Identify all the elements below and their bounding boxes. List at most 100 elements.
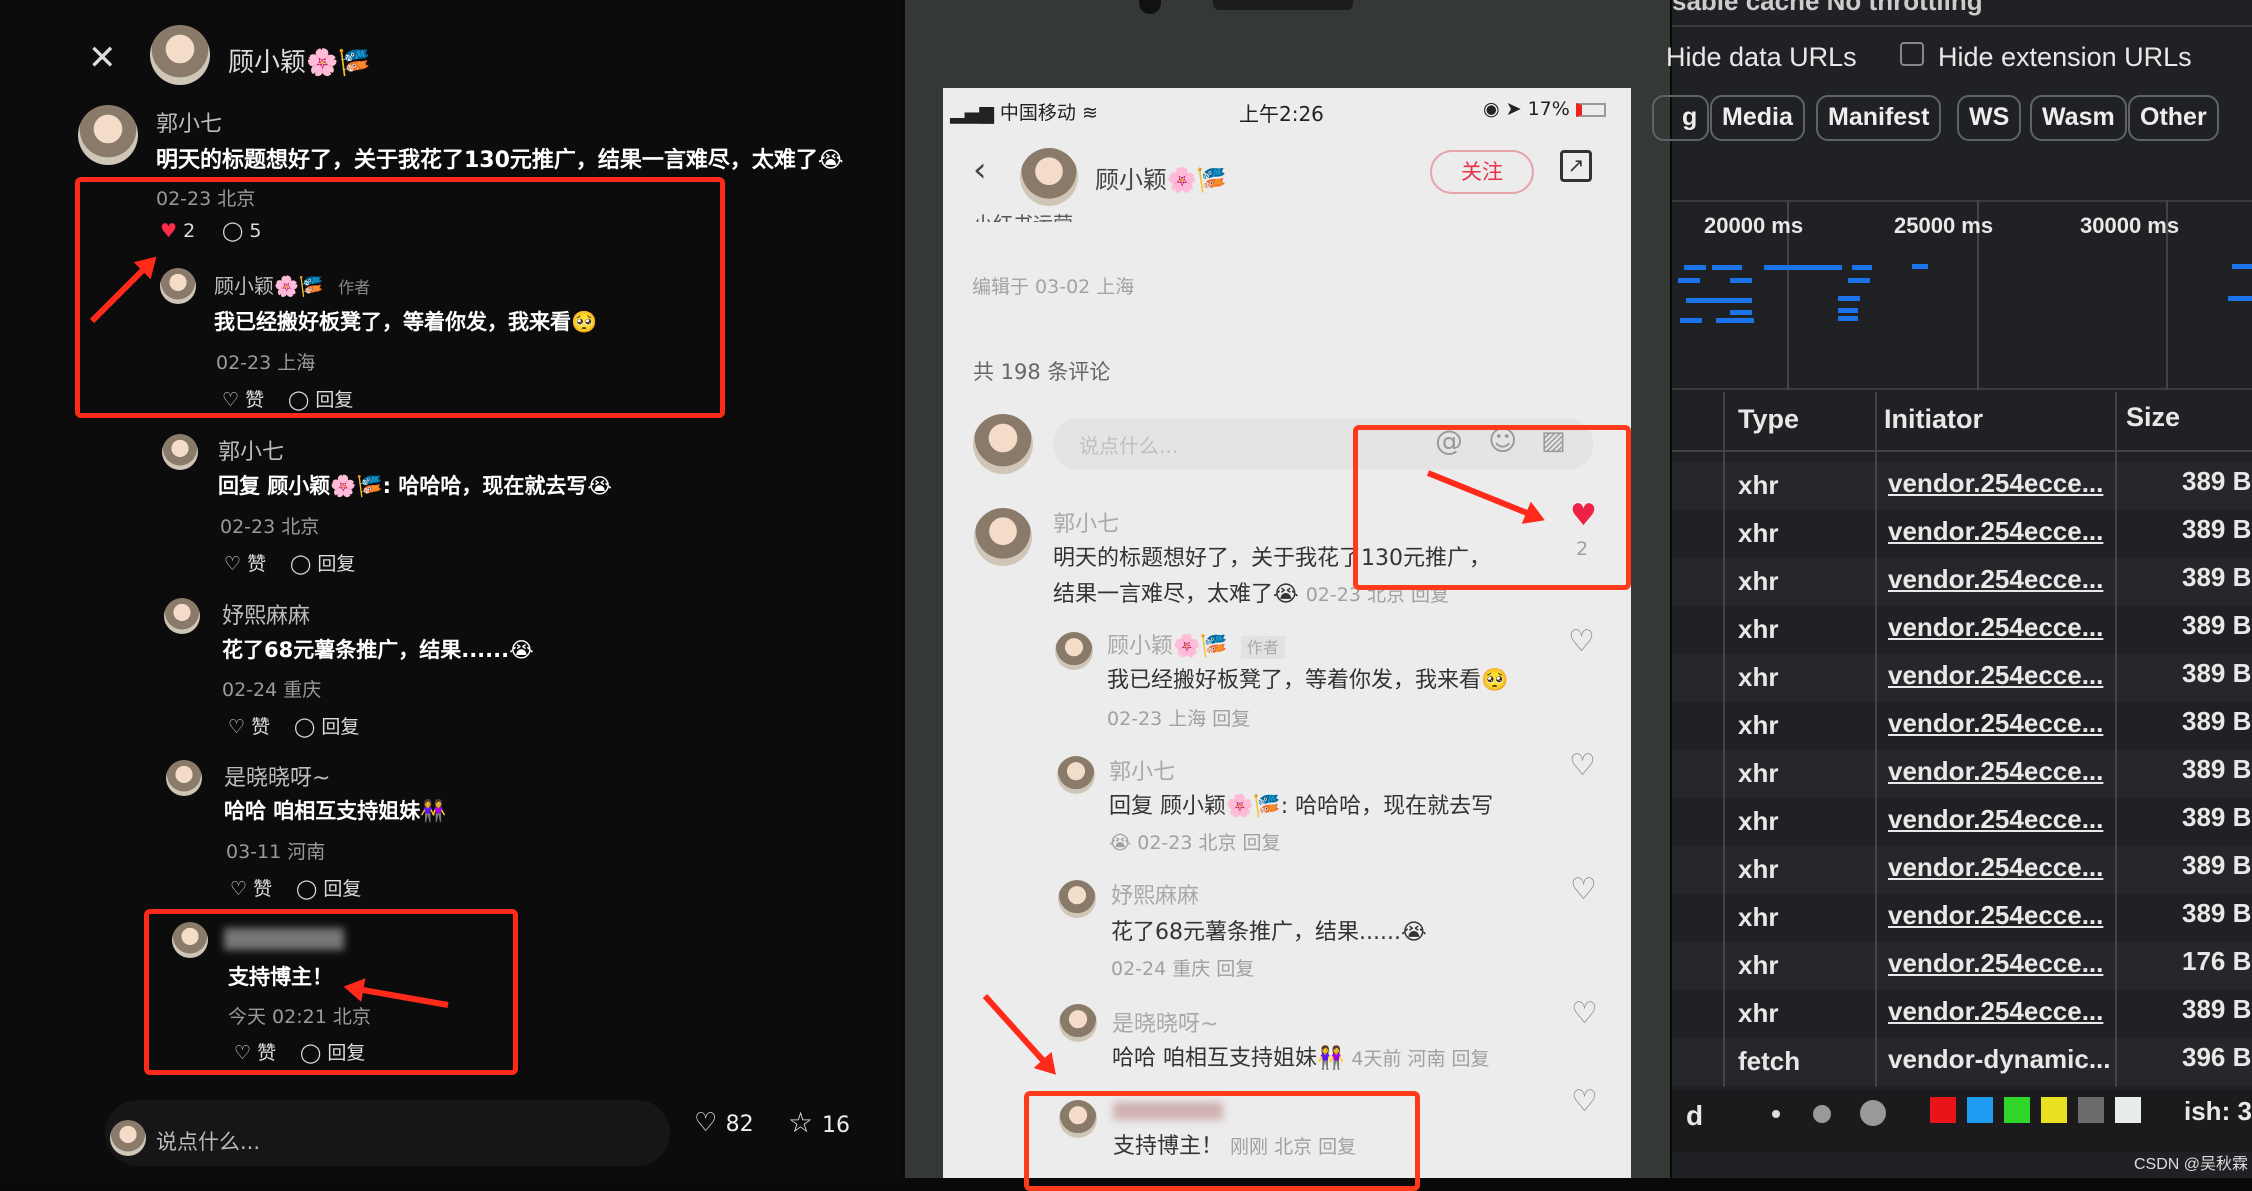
request-initiator-link[interactable]: vendor.254ecce...: [1888, 948, 2103, 979]
request-row[interactable]: xhr vendor.254ecce... 389 B: [1672, 510, 2252, 558]
request-initiator-link[interactable]: vendor.254ecce...: [1888, 612, 2103, 643]
reply-button[interactable]: ◯ 回复: [290, 549, 355, 576]
request-row[interactable]: xhr vendor.254ecce... 389 B: [1672, 462, 2252, 510]
like-button[interactable]: ♡ 赞: [222, 385, 264, 412]
dot-size-large[interactable]: [1860, 1100, 1886, 1126]
comment-text: 花了68元薯条推广，结果......😭: [222, 638, 534, 662]
request-initiator-link[interactable]: vendor.254ecce...: [1888, 804, 2103, 835]
like-button[interactable]: ♡ 赞: [228, 712, 270, 739]
heart-icon[interactable]: ♡: [1571, 996, 1598, 1031]
reply-button[interactable]: ◯ 回复: [294, 712, 359, 739]
comment-author: 郭小七: [1109, 760, 1176, 785]
request-row[interactable]: xhr vendor.254ecce... 389 B: [1672, 990, 2252, 1038]
filter-ws[interactable]: WS: [1957, 95, 2022, 141]
request-initiator-link[interactable]: vendor.254ecce...: [1888, 516, 2103, 547]
filter-chip[interactable]: g: [1652, 95, 1710, 141]
color-swatch[interactable]: [1967, 1097, 1993, 1123]
request-row[interactable]: xhr vendor.254ecce... 389 B: [1672, 558, 2252, 606]
like-button[interactable]: ♡ 赞: [234, 1038, 276, 1065]
reply-button[interactable]: ◯ 回复: [288, 385, 353, 412]
heart-icon[interactable]: ♡: [1569, 748, 1596, 783]
back-icon[interactable]: ‹: [973, 150, 987, 190]
like-button[interactable]: ♡ 赞: [224, 549, 266, 576]
avatar: [172, 922, 208, 958]
request-type: xhr: [1738, 950, 1779, 980]
request-row[interactable]: fetch vendor-dynamic... 396 B: [1672, 1038, 2252, 1086]
throttling-toolbar[interactable]: sable cache No throttling: [1672, 0, 1983, 17]
timeline-bar: [1730, 310, 1752, 315]
share-icon[interactable]: ↗: [1560, 150, 1592, 182]
request-initiator-link[interactable]: vendor.254ecce...: [1888, 756, 2103, 787]
request-type: xhr: [1738, 998, 1779, 1028]
comment-input-placeholder: 说点什么...: [156, 1130, 261, 1154]
like-button[interactable]: ♡ 赞: [230, 874, 272, 901]
request-row[interactable]: xhr vendor.254ecce... 389 B: [1672, 846, 2252, 894]
hide-extension-urls-label[interactable]: Hide extension URLs: [1938, 42, 2192, 73]
color-swatch[interactable]: [2041, 1097, 2067, 1123]
color-swatch[interactable]: [2115, 1097, 2141, 1123]
request-size: 389 B: [2182, 658, 2252, 688]
request-initiator-link[interactable]: vendor.254ecce...: [1888, 996, 2103, 1027]
filter-other[interactable]: Other: [2128, 95, 2219, 141]
timeline-label: 20000 ms: [1704, 213, 1804, 238]
filter-manifest[interactable]: Manifest: [1816, 95, 1942, 141]
request-initiator-link[interactable]: vendor-dynamic...: [1888, 1044, 2111, 1075]
blurred-username: [224, 928, 344, 950]
heart-icon[interactable]: ♡: [1568, 624, 1595, 659]
timeline-label: 25000 ms: [1894, 213, 1994, 238]
dot-size-medium[interactable]: [1813, 1105, 1831, 1123]
reply-button[interactable]: ◯ 回复: [300, 1038, 365, 1065]
timeline-bar: [1680, 318, 1702, 323]
filter-media[interactable]: Media: [1710, 95, 1805, 141]
request-row[interactable]: xhr vendor.254ecce... 389 B: [1672, 798, 2252, 846]
comment-author: 顾小颖🌸🎏 作者: [1107, 628, 1285, 660]
timeline-bar: [1730, 278, 1752, 283]
avatar: [162, 434, 198, 470]
battery-icon: [1575, 102, 1606, 117]
author-avatar[interactable]: [1020, 148, 1078, 206]
column-divider: [1723, 392, 1725, 1087]
color-swatch[interactable]: [2078, 1097, 2104, 1123]
follow-button[interactable]: 关注: [1430, 150, 1534, 194]
reply-button[interactable]: ◯ 回复: [296, 874, 361, 901]
request-initiator-link[interactable]: vendor.254ecce...: [1888, 660, 2103, 691]
heart-icon[interactable]: ♡: [1571, 1084, 1598, 1119]
red-arrow: [982, 993, 1055, 1073]
request-row[interactable]: xhr vendor.254ecce... 176 B: [1672, 942, 2252, 990]
like-total-button[interactable]: ♡ 82: [694, 1108, 754, 1138]
request-initiator-link[interactable]: vendor.254ecce...: [1888, 468, 2103, 499]
request-row[interactable]: xhr vendor.254ecce... 389 B: [1672, 654, 2252, 702]
hide-data-urls-label[interactable]: Hide data URLs: [1666, 42, 1857, 73]
truncated-text: 小红书运营: [973, 208, 1073, 222]
close-icon[interactable]: ✕: [88, 38, 117, 78]
comment-author: 郭小七: [1053, 512, 1120, 537]
heart-icon[interactable]: ♡: [1570, 872, 1597, 907]
wifi-icon: ≋: [1081, 102, 1098, 124]
request-row[interactable]: xhr vendor.254ecce... 389 B: [1672, 894, 2252, 942]
avatar: [78, 105, 138, 165]
request-row[interactable]: xhr vendor.254ecce... 389 B: [1672, 702, 2252, 750]
user-avatar: [973, 414, 1033, 474]
author-avatar[interactable]: [150, 25, 210, 85]
column-header-initiator[interactable]: Initiator: [1884, 404, 1983, 435]
watermark: CSDN @吴秋霖: [2134, 1156, 2249, 1173]
color-swatch[interactable]: [1930, 1097, 1956, 1123]
color-swatch[interactable]: [2004, 1097, 2030, 1123]
request-row[interactable]: xhr vendor.254ecce... 389 B: [1672, 606, 2252, 654]
request-row[interactable]: xhr vendor.254ecce... 389 B: [1672, 750, 2252, 798]
devtools-network-panel: sable cache No throttling Hide data URLs…: [1652, 0, 2252, 1178]
column-header-size[interactable]: Size: [2126, 402, 2180, 433]
request-initiator-link[interactable]: vendor.254ecce...: [1888, 852, 2103, 883]
request-initiator-link[interactable]: vendor.254ecce...: [1888, 564, 2103, 595]
request-size: 389 B: [2182, 802, 2252, 832]
favorite-button[interactable]: ☆ 16: [788, 1106, 850, 1139]
column-header-type[interactable]: Type: [1738, 404, 1799, 435]
comment-author: 是晓晓呀~: [224, 766, 331, 791]
timeline-bar: [1812, 265, 1842, 270]
request-initiator-link[interactable]: vendor.254ecce...: [1888, 900, 2103, 931]
hide-extension-urls-checkbox[interactable]: [1900, 42, 1924, 66]
filter-wasm[interactable]: Wasm: [2030, 95, 2127, 141]
request-initiator-link[interactable]: vendor.254ecce...: [1888, 708, 2103, 739]
dot-size-small[interactable]: [1772, 1110, 1780, 1118]
request-size: 389 B: [2182, 514, 2252, 544]
